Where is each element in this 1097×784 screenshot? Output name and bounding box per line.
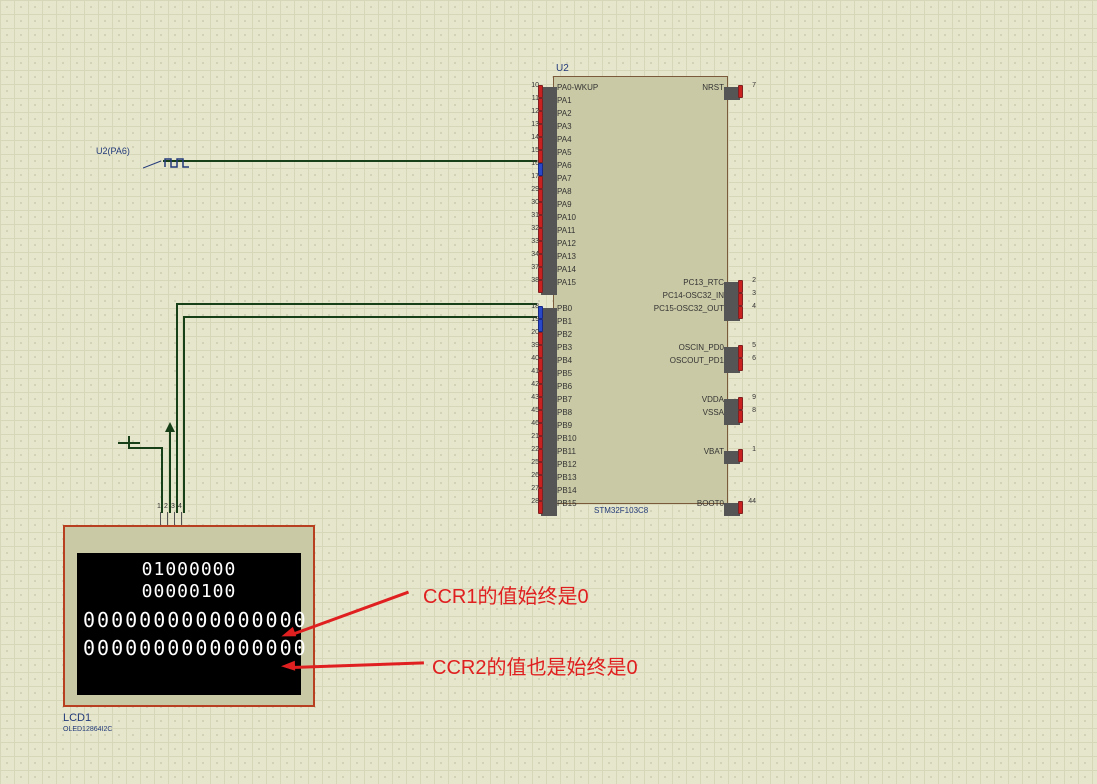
lcd-part: OLED12864I2C bbox=[63, 726, 112, 733]
lcd-screen: 01000000 00000100 0000000000000000 00000… bbox=[77, 553, 301, 695]
wire-pb0-v bbox=[176, 303, 178, 513]
wire-vcc bbox=[169, 432, 171, 513]
wire-gnd-v bbox=[161, 447, 163, 513]
lcd-row-4: 0000000000000000 bbox=[83, 637, 295, 659]
wire-pa6 bbox=[163, 160, 537, 162]
chip-part: STM32F103C8 bbox=[594, 506, 648, 515]
lcd-pins: 1GND2VCC3SCL4SDA bbox=[160, 512, 182, 525]
lcd-row-3: 0000000000000000 bbox=[83, 609, 295, 631]
chip-ref: U2 bbox=[556, 63, 569, 74]
note-ccr2: CCR2的值也是始终是0 bbox=[432, 651, 638, 680]
pulse-icon bbox=[143, 154, 193, 170]
vcc-arrow-icon bbox=[165, 422, 175, 432]
wire-pb1-v bbox=[183, 316, 185, 513]
lcd-row-1: 01000000 bbox=[83, 559, 295, 581]
gnd-symbol-icon bbox=[118, 433, 140, 451]
net-label-pa6: U2(PA6) bbox=[96, 146, 130, 156]
pins-left: PA0-WKUP10PA111PA212PA313PA414PA515PA616… bbox=[557, 81, 598, 510]
lcd-row-2: 00000100 bbox=[83, 581, 295, 603]
lcd-module[interactable]: 01000000 00000100 0000000000000000 00000… bbox=[63, 525, 315, 707]
lcd-ref: LCD1 bbox=[63, 712, 91, 724]
arrow-2-head-icon bbox=[281, 661, 295, 671]
chip-u2[interactable]: U2 STM32F103C8 PA0-WKUP10PA111PA212PA313… bbox=[553, 76, 728, 504]
note-ccr1: CCR1的值始终是0 bbox=[423, 580, 589, 609]
wire-pb0-h bbox=[176, 303, 537, 305]
pins-right: NRST7PC13_RTC2PC14-OSC32_IN3PC15-OSC32_O… bbox=[654, 81, 724, 510]
wire-pb1-h bbox=[183, 316, 537, 318]
